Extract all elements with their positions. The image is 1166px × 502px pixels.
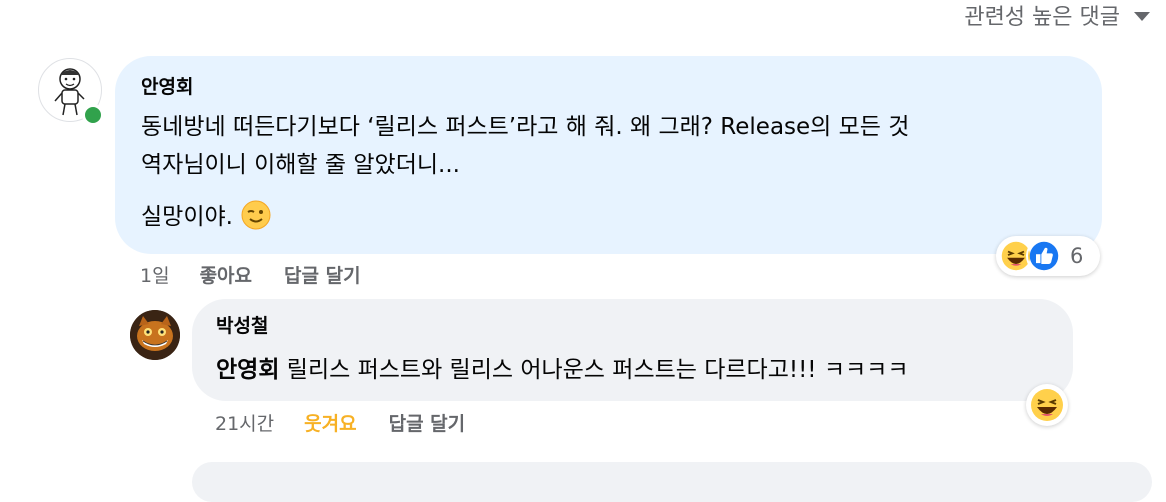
reply-button[interactable]: 답글 달기: [389, 409, 466, 436]
cat-avatar-icon: [130, 310, 180, 360]
comment-text-line: 역자님이니 이해할 줄 알았더니...: [141, 152, 460, 178]
comment-timestamp[interactable]: 1일: [140, 261, 170, 288]
online-status-indicator: [82, 104, 104, 126]
laugh-reaction-button[interactable]: 웃겨요: [304, 409, 356, 436]
comment-sort-dropdown[interactable]: 관련성 높은 댓글: [964, 0, 1150, 30]
comment-text-line-with-emoji: 실망이야.: [141, 198, 1076, 236]
reply-timestamp[interactable]: 21시간: [215, 409, 274, 436]
sort-label: 관련성 높은 댓글: [964, 5, 1120, 30]
reply-button[interactable]: 답글 달기: [284, 261, 361, 288]
like-thumb-icon: [1026, 238, 1062, 274]
reply-bubble: 박성철 안영회 릴리스 퍼스트와 릴리스 어나운스 퍼스트는 다르다고!!! ㅋ…: [192, 299, 1073, 401]
mention-link[interactable]: 안영회: [216, 357, 279, 383]
reaction-summary[interactable]: [1026, 384, 1068, 426]
like-button[interactable]: 좋아요: [200, 261, 252, 288]
caret-down-icon: [1134, 12, 1150, 21]
laugh-emoji-icon: [1031, 389, 1063, 421]
wink-emoji-icon: [241, 200, 271, 230]
avatar[interactable]: [130, 310, 180, 360]
comment-text-line: 동네방네 떠든다기보다 ‘릴리스 퍼스트’라고 해 줘. 왜 그래? Relea…: [141, 114, 910, 140]
reply-author[interactable]: 박성철: [216, 311, 1073, 341]
reaction-count: 6: [1070, 244, 1084, 268]
reply-actions: 21시간 웃겨요 답글 달기: [215, 408, 465, 436]
reaction-summary[interactable]: 6: [996, 236, 1100, 276]
comment-author[interactable]: 안영회: [141, 72, 1076, 102]
reply-body: 릴리스 퍼스트와 릴리스 어나운스 퍼스트는 다르다고!!! ㅋㅋㅋㅋ: [279, 357, 909, 383]
next-comment-bubble: [192, 462, 1152, 502]
reply-text: 안영회 릴리스 퍼스트와 릴리스 어나운스 퍼스트는 다르다고!!! ㅋㅋㅋㅋ: [216, 351, 1073, 389]
comment-text-line: 실망이야.: [141, 204, 233, 230]
comment-actions: 1일 좋아요 답글 달기: [140, 260, 361, 288]
comment-bubble: 안영회 동네방네 떠든다기보다 ‘릴리스 퍼스트’라고 해 줘. 왜 그래? R…: [115, 56, 1102, 254]
